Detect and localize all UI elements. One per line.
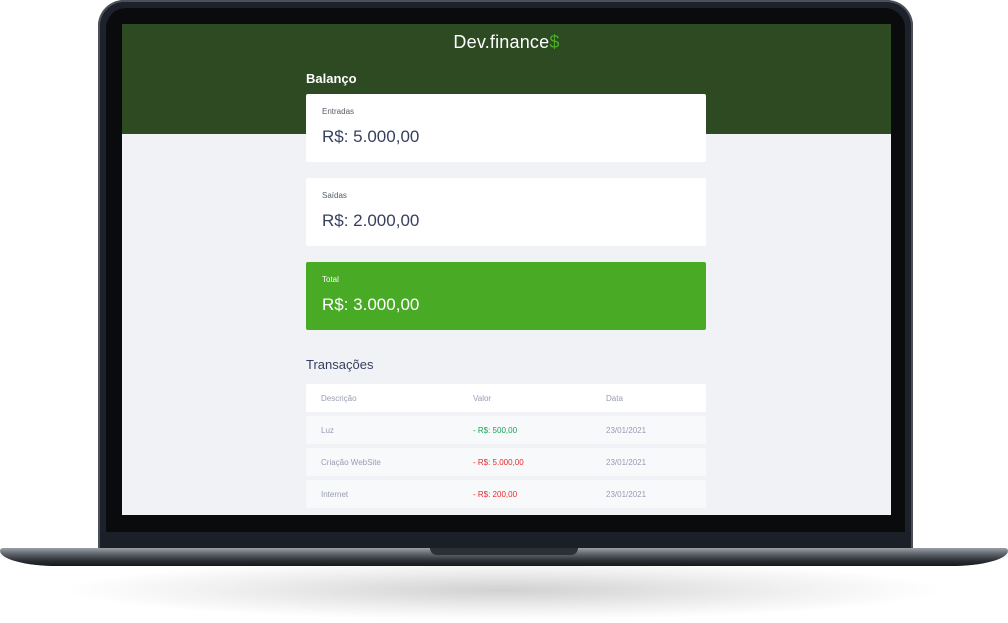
row-amount: - R$: 200,00 [473, 490, 518, 499]
row-amount: - R$: 500,00 [473, 426, 518, 435]
laptop-shadow [60, 560, 948, 620]
table-row[interactable]: Criação WebSite - R$: 5.000,00 23/01/202… [306, 448, 706, 476]
logo-text: Dev.finance [453, 32, 550, 52]
header-description: Descrição [321, 394, 357, 403]
table-row[interactable]: Luz - R$: 500,00 23/01/2021 [306, 416, 706, 444]
expense-label: Saídas [322, 191, 347, 200]
logo-dollar-sign: $ [549, 32, 560, 52]
row-description: Criação WebSite [321, 458, 381, 467]
total-label: Total [322, 275, 339, 284]
row-description: Internet [321, 490, 349, 499]
transactions-table: Descrição Valor Data Luz - R$: 500,00 23… [306, 384, 706, 512]
header-date: Data [606, 394, 623, 403]
table-row[interactable]: Internet - R$: 200,00 23/01/2021 [306, 480, 706, 508]
expense-card: Saídas R$: 2.000,00 [306, 178, 706, 246]
row-amount: - R$: 5.000,00 [473, 458, 524, 467]
total-card: Total R$: 3.000,00 [306, 262, 706, 330]
row-description: Luz [321, 426, 334, 435]
transactions-title: Transações [306, 357, 374, 372]
header-amount: Valor [473, 394, 492, 403]
income-card: Entradas R$: 5.000,00 [306, 94, 706, 162]
row-date: 23/01/2021 [606, 490, 647, 499]
income-label: Entradas [322, 107, 355, 116]
laptop-notch [430, 548, 578, 555]
row-date: 23/01/2021 [606, 458, 647, 467]
app-logo[interactable]: Dev.finance$ [122, 32, 891, 53]
expense-value: R$: 2.000,00 [322, 211, 420, 230]
total-value: R$: 3.000,00 [322, 295, 420, 314]
balance-title: Balanço [306, 71, 357, 86]
row-date: 23/01/2021 [606, 426, 647, 435]
app-screen: Dev.finance$ Balanço Entradas R$: 5.000,… [122, 24, 891, 515]
table-header-row: Descrição Valor Data [306, 384, 706, 412]
income-value: R$: 5.000,00 [322, 127, 420, 146]
